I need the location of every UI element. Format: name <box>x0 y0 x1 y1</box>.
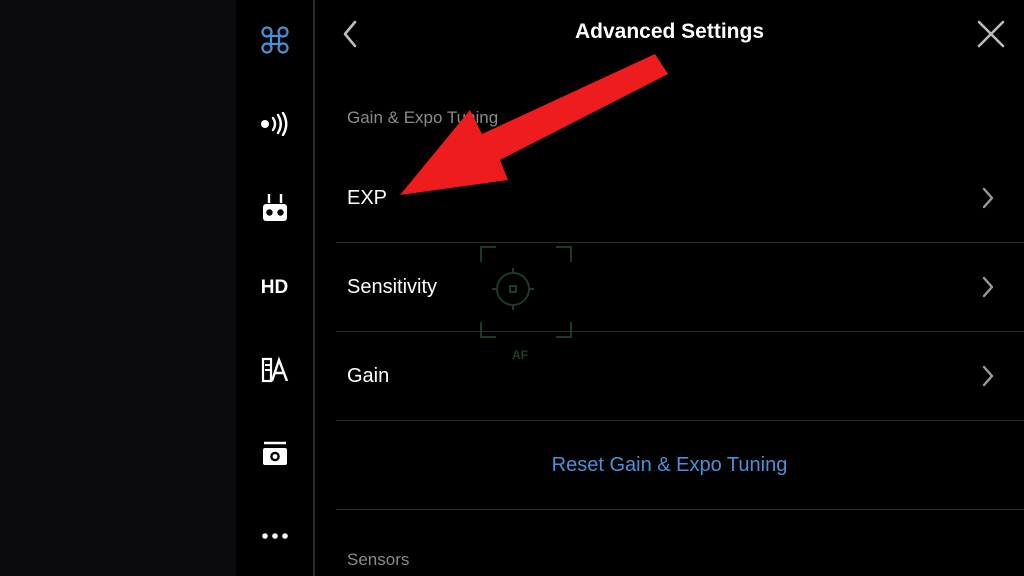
row-label: Sensitivity <box>347 276 438 298</box>
chevron-right-icon <box>982 365 994 387</box>
row-label: EXP <box>347 187 388 209</box>
reset-row: Reset Gain & Expo Tuning <box>336 421 1024 510</box>
reset-gain-expo-button[interactable]: Reset Gain & Expo Tuning <box>315 454 1024 477</box>
close-icon <box>977 20 1005 48</box>
sidebar-item-battery[interactable] <box>236 348 313 392</box>
sidebar-item-signal[interactable] <box>236 102 313 146</box>
sidebar-item-aircraft[interactable] <box>236 18 313 62</box>
sidebar-item-remote-controller[interactable] <box>236 186 313 230</box>
page-title: Advanced Settings <box>574 20 765 43</box>
af-focus-reticle-icon <box>480 246 572 338</box>
camera-icon <box>262 441 287 465</box>
settings-row-gain[interactable]: Gain <box>336 332 1024 421</box>
hd-icon: HD <box>260 277 289 298</box>
close-button[interactable] <box>971 14 1011 54</box>
sidebar-item-hd[interactable]: HD <box>236 266 313 310</box>
sidebar-item-more[interactable] <box>236 514 313 558</box>
settings-sidebar: HD <box>236 0 313 576</box>
chevron-right-icon <box>982 276 994 298</box>
battery-icon <box>261 356 288 383</box>
signal-icon <box>260 112 287 136</box>
camera-view-background <box>0 0 236 576</box>
sidebar-item-camera[interactable] <box>236 432 313 476</box>
drone-icon <box>260 26 289 54</box>
row-label: Gain <box>347 365 390 387</box>
settings-row-exp[interactable]: EXP <box>336 154 1024 243</box>
settings-row-sensitivity[interactable]: Sensitivity <box>336 243 1024 332</box>
section-label-sensors: Sensors <box>347 550 410 569</box>
chevron-right-icon <box>982 187 994 209</box>
more-icon <box>261 533 288 539</box>
af-label: AF <box>512 348 528 362</box>
advanced-settings-panel: Advanced Settings Gain & Expo Tuning EXP… <box>315 0 1024 576</box>
remote-controller-icon <box>262 194 287 221</box>
section-label-gain-expo: Gain & Expo Tuning <box>347 108 499 127</box>
